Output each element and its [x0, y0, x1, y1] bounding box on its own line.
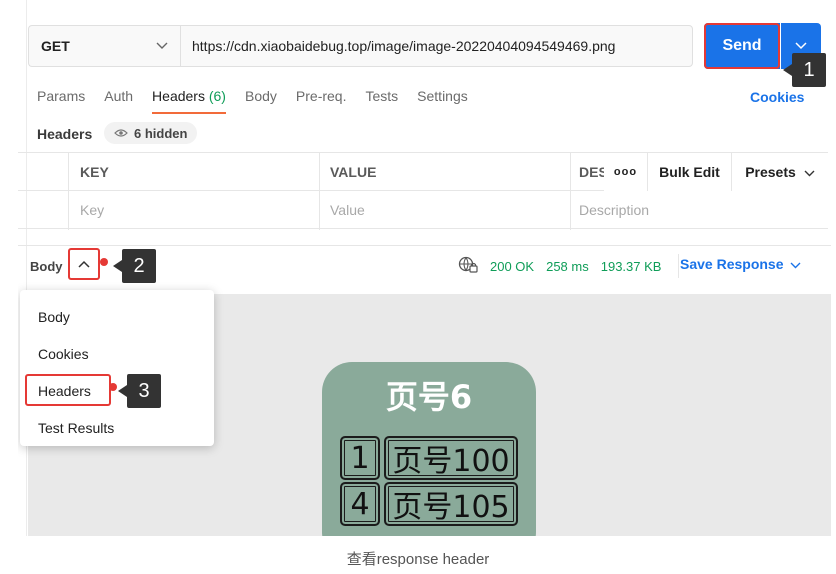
preview-image-row: 4 页号105 — [340, 482, 518, 526]
tab-auth[interactable]: Auth — [104, 88, 133, 114]
tab-headers-label: Headers — [152, 88, 205, 104]
postman-request-panel: GET https://cdn.xiaobaidebug.top/image/i… — [18, 0, 831, 536]
divider — [678, 254, 679, 278]
tab-headers-count: (6) — [208, 88, 226, 104]
table-row: Key Value Description — [18, 191, 828, 229]
tab-tests[interactable]: Tests — [365, 88, 398, 114]
tab-params[interactable]: Params — [37, 88, 85, 114]
menu-item-test-results[interactable]: Test Results — [20, 409, 214, 446]
response-divider — [18, 245, 831, 246]
column-header-value: VALUE — [330, 164, 377, 180]
menu-item-body[interactable]: Body — [20, 298, 214, 335]
annotation-dot — [100, 258, 108, 266]
preview-image: 页号6 1 页号100 4 页号105 — [322, 362, 536, 536]
response-body-label: Body — [30, 259, 63, 274]
chevron-up-icon — [78, 255, 90, 273]
column-header-key: KEY — [80, 164, 109, 180]
save-response-label: Save Response — [680, 256, 784, 272]
response-size[interactable]: 193.37 KB — [601, 259, 662, 274]
annotation-dot — [109, 383, 117, 391]
preview-image-row: 1 页号100 — [340, 436, 518, 480]
response-view-toggle[interactable] — [68, 248, 100, 280]
cookies-link[interactable]: Cookies — [750, 89, 804, 105]
tab-settings[interactable]: Settings — [417, 88, 468, 114]
key-input[interactable]: Key — [80, 191, 104, 229]
hidden-headers-toggle[interactable]: 6 hidden — [104, 122, 198, 144]
hidden-count-label: 6 hidden — [134, 125, 188, 141]
method-label: GET — [41, 38, 70, 54]
preview-image-page: 页号105 — [384, 482, 518, 526]
tab-headers[interactable]: Headers (6) — [152, 88, 226, 114]
preview-image-number: 1 — [340, 436, 380, 480]
url-input[interactable]: https://cdn.xiaobaidebug.top/image/image… — [180, 25, 693, 67]
description-input[interactable]: Description — [579, 191, 649, 229]
eye-icon — [114, 126, 128, 141]
tab-body[interactable]: Body — [245, 88, 277, 114]
request-tabs: Params Auth Headers (6) Body Pre-req. Te… — [37, 88, 487, 114]
preview-image-title: 页号6 — [385, 378, 473, 416]
more-options-button[interactable]: ooo — [604, 153, 647, 191]
headers-section-title: Headers — [37, 126, 93, 142]
method-select[interactable]: GET — [28, 25, 180, 67]
menu-item-headers[interactable]: Headers — [20, 372, 214, 409]
table-header-row: KEY VALUE DES ooo Bulk Edit Presets — [18, 153, 828, 191]
figure-caption: 查看response header — [346, 551, 490, 568]
headers-highlight-box — [25, 374, 111, 406]
chevron-down-icon — [790, 256, 801, 272]
chevron-down-icon — [804, 164, 815, 180]
callout-2: 2 — [113, 249, 156, 283]
menu-item-cookies[interactable]: Cookies — [20, 335, 214, 372]
save-response-button[interactable]: Save Response — [680, 256, 801, 272]
globe-lock-icon[interactable] — [458, 256, 478, 277]
tab-prereq[interactable]: Pre-req. — [296, 88, 347, 114]
callout-3: 3 — [118, 374, 161, 408]
callout-1: 1 — [783, 53, 826, 87]
status-code[interactable]: 200 OK — [490, 259, 534, 274]
bulk-edit-button[interactable]: Bulk Edit — [647, 153, 731, 191]
send-highlight-box — [704, 23, 780, 69]
response-time[interactable]: 258 ms — [546, 259, 589, 274]
headers-table: KEY VALUE DES ooo Bulk Edit Presets Key … — [18, 152, 828, 230]
presets-label: Presets — [745, 164, 796, 180]
preview-image-page: 页号100 — [384, 436, 518, 480]
presets-button[interactable]: Presets — [731, 153, 828, 191]
preview-image-number: 4 — [340, 482, 380, 526]
panel-edge — [26, 0, 27, 536]
response-view-menu: Body Cookies Headers Test Results — [20, 290, 214, 446]
chevron-down-icon — [156, 37, 168, 55]
response-meta: 200 OK 258 ms 193.37 KB — [458, 256, 661, 277]
value-input[interactable]: Value — [330, 191, 365, 229]
